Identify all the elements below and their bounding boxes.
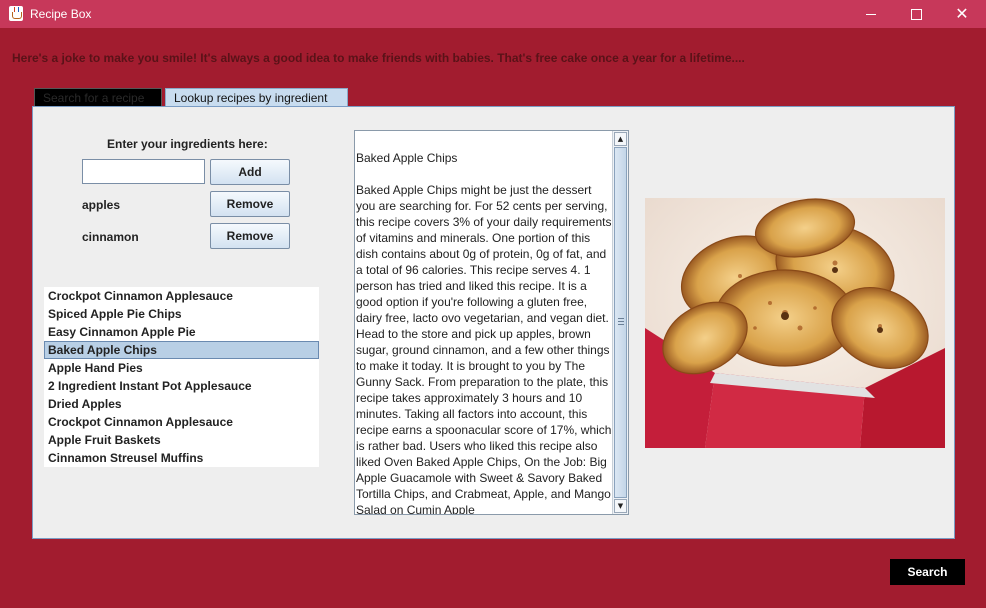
ingredients-prompt: Enter your ingredients here: [107,137,268,151]
ingredient-cinnamon: cinnamon [82,230,139,244]
recipe-title: Baked Apple Chips [356,151,458,165]
list-item[interactable]: Cinnamon Streusel Muffins [44,449,319,467]
recipe-description-text: Baked Apple Chips Baked Apple Chips migh… [356,150,613,515]
tab-search-recipe[interactable]: Search for a recipe [34,88,162,107]
remove-cinnamon-button[interactable]: Remove [210,223,290,249]
close-icon[interactable]: ✕ [939,0,985,28]
scroll-thumb[interactable] [614,147,627,498]
list-item[interactable]: Dried Apples [44,395,319,413]
search-button[interactable]: Search [890,559,965,585]
add-button[interactable]: Add [210,159,290,185]
recipe-photo [645,198,945,448]
list-item[interactable]: Apple Fruit Baskets [44,431,319,449]
ingredient-apples: apples [82,198,121,212]
recipe-results-list[interactable]: Crockpot Cinnamon Applesauce Spiced Appl… [44,287,319,467]
tab-lookup-by-ingredient[interactable]: Lookup recipes by ingredient [165,88,348,107]
minimize-icon[interactable] [848,0,894,28]
window-title: Recipe Box [30,7,92,21]
recipe-summary: Baked Apple Chips might be just the dess… [356,183,612,515]
description-scrollbar[interactable]: ▲ ▼ [612,131,628,514]
title-bar: Recipe Box ✕ [0,0,986,28]
remove-apples-button[interactable]: Remove [210,191,290,217]
list-item[interactable]: Crockpot Cinnamon Applesauce [44,287,319,305]
list-item[interactable]: Spiced Apple Pie Chips [44,305,319,323]
scroll-up-icon[interactable]: ▲ [614,132,627,146]
java-app-icon [9,6,23,21]
maximize-icon[interactable] [893,0,939,28]
list-item[interactable]: Crockpot Cinnamon Applesauce [44,413,319,431]
scroll-down-icon[interactable]: ▼ [614,499,627,513]
list-item[interactable]: Apple Hand Pies [44,359,319,377]
joke-banner: Here's a joke to make you smile! It's al… [12,51,745,65]
list-item-selected[interactable]: Baked Apple Chips [44,341,319,359]
list-item[interactable]: Easy Cinnamon Apple Pie [44,323,319,341]
list-item[interactable]: 2 Ingredient Instant Pot Applesauce [44,377,319,395]
recipe-description[interactable]: Baked Apple Chips Baked Apple Chips migh… [354,130,629,515]
ingredient-input[interactable] [82,159,205,184]
